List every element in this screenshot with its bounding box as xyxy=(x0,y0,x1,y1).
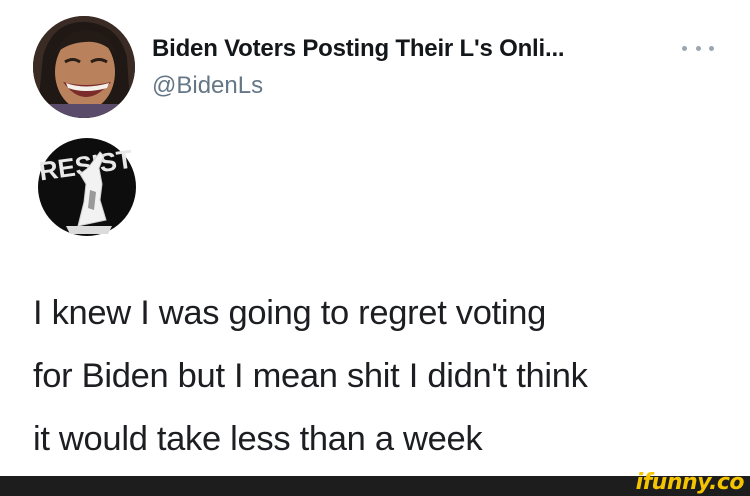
avatar-image xyxy=(33,16,135,118)
profile-avatar[interactable] xyxy=(33,16,135,118)
author-handle[interactable]: @BidenLs xyxy=(152,72,263,100)
watermark-bar: ifunny.co xyxy=(0,470,750,496)
author-name[interactable]: Biden Voters Posting Their L's Onli... xyxy=(152,35,565,63)
tweet-text-line: for Biden but I mean shit I didn't think xyxy=(33,357,588,395)
more-dot xyxy=(709,45,714,51)
tweet-card: Biden Voters Posting Their L's Onli... @… xyxy=(0,0,750,476)
more-dot xyxy=(695,45,701,51)
tweet-text-line: I knew I was going to regret voting xyxy=(33,294,547,332)
more-dot xyxy=(682,45,687,51)
resist-statue-image: RESIST xyxy=(37,138,136,236)
attached-image[interactable]: RESIST xyxy=(36,134,138,240)
more-options-icon[interactable] xyxy=(682,40,714,56)
tweet-body: I knew I was going to regret voting for … xyxy=(33,282,733,471)
ifunny-watermark: ifunny.co xyxy=(635,470,745,495)
tweet-text-line: it would take less than a week xyxy=(33,420,483,458)
